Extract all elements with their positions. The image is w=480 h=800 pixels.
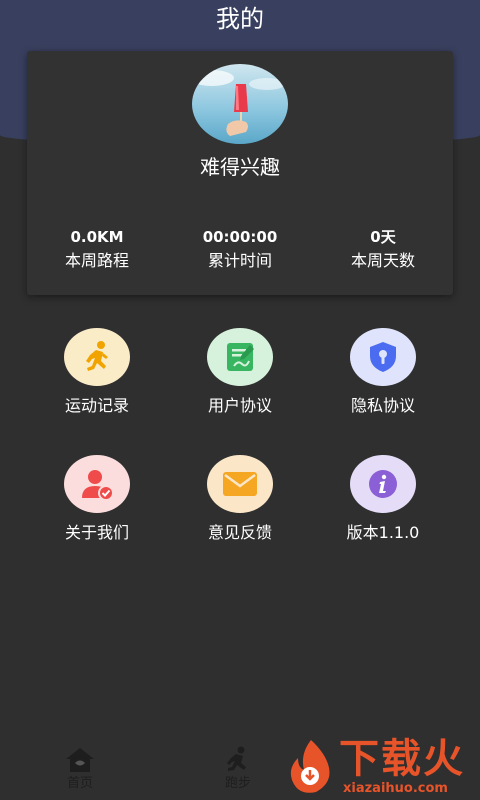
home-icon xyxy=(66,748,94,772)
menu-exercise-records[interactable]: 运动记录 xyxy=(27,328,167,428)
tab-label: 跑步 xyxy=(224,776,251,791)
stat-value: 0.0KM xyxy=(70,228,124,246)
icon-circle xyxy=(350,328,416,386)
icon-circle xyxy=(207,328,273,386)
user-check-icon xyxy=(82,470,114,501)
tab-running[interactable]: 跑步 xyxy=(203,740,273,800)
menu-label: 运动记录 xyxy=(64,396,129,415)
watermark-title: 下载火 xyxy=(339,736,465,782)
running-person-icon xyxy=(86,341,108,371)
info-icon xyxy=(369,470,397,498)
menu-label: 版本1.1.0 xyxy=(346,523,420,542)
menu-label: 关于我们 xyxy=(64,523,129,542)
profile-card: 难得兴趣 0.0KM 本周路程 00:00:00 累计时间 0天 本周天数 xyxy=(27,51,453,295)
shield-lock-icon xyxy=(370,342,396,372)
icon-circle xyxy=(350,455,416,513)
document-edit-icon xyxy=(227,343,254,371)
stat-value: 00:00:00 xyxy=(202,228,278,246)
mail-icon xyxy=(223,472,257,496)
nickname: 难得兴趣 xyxy=(200,155,280,179)
page-title: 我的 xyxy=(216,5,264,33)
menu-label: 隐私协议 xyxy=(350,396,415,415)
watermark-subtitle: xiazaihuo.com xyxy=(343,781,448,796)
tab-home[interactable]: 首页 xyxy=(45,740,115,800)
avatar[interactable] xyxy=(192,64,288,144)
menu-user-agreement[interactable]: 用户协议 xyxy=(170,328,310,428)
stat-weekly-days: 0天 本周天数 xyxy=(323,227,443,273)
menu-label: 用户协议 xyxy=(207,396,272,415)
stat-label: 本周天数 xyxy=(350,251,415,270)
tab-label: 首页 xyxy=(66,776,93,791)
icon-circle xyxy=(207,455,273,513)
stat-value: 0天 xyxy=(370,228,396,246)
menu-privacy-policy[interactable]: 隐私协议 xyxy=(313,328,453,428)
running-person-icon xyxy=(227,746,246,771)
flame-logo-icon xyxy=(290,740,330,793)
watermark: 下载火 xiazaihuo.com xyxy=(281,736,480,800)
menu-label: 意见反馈 xyxy=(207,523,272,542)
menu-feedback[interactable]: 意见反馈 xyxy=(170,455,310,555)
stats-row: 0.0KM 本周路程 00:00:00 累计时间 0天 本周天数 xyxy=(27,227,453,275)
stat-label: 本周路程 xyxy=(64,251,129,270)
icon-circle xyxy=(64,328,130,386)
icon-circle xyxy=(64,455,130,513)
stat-label: 累计时间 xyxy=(207,251,272,270)
menu-version[interactable]: 版本1.1.0 xyxy=(313,455,453,555)
avatar-image xyxy=(192,64,288,144)
stat-weekly-distance: 0.0KM 本周路程 xyxy=(37,227,157,273)
stat-total-time: 00:00:00 累计时间 xyxy=(180,227,300,273)
menu-about-us[interactable]: 关于我们 xyxy=(27,455,167,555)
